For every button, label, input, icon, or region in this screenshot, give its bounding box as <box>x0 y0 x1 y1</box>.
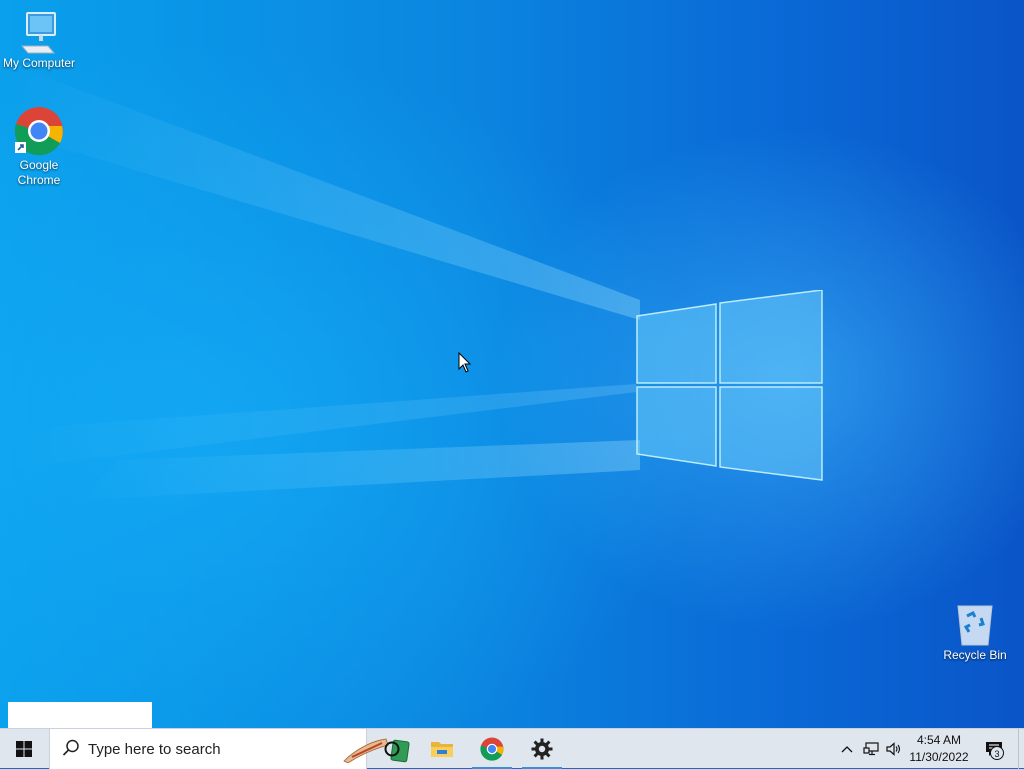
computer-icon <box>20 12 56 54</box>
desktop-icon-google-chrome[interactable]: Google Chrome <box>1 106 77 188</box>
gear-icon <box>531 738 553 760</box>
recycle-bin-icon <box>957 605 993 646</box>
show-desktop-button[interactable] <box>1018 729 1024 769</box>
taskbar-clock[interactable]: 4:54 AM 11/30/2022 <box>906 732 972 766</box>
chrome-icon <box>14 107 63 156</box>
speaker-icon <box>886 742 901 756</box>
desktop[interactable]: My Computer Google Chrome Recycle Bin <box>0 0 1024 728</box>
network-button[interactable] <box>860 729 882 769</box>
search-placeholder: Type here to search <box>88 741 221 758</box>
desktop-icon-recycle-bin[interactable]: Recycle Bin <box>937 602 1013 663</box>
cortana-circle-icon <box>384 741 400 757</box>
chevron-up-icon <box>841 746 853 753</box>
task-view-button[interactable] <box>370 729 414 769</box>
wallpaper-light-beams <box>0 60 640 500</box>
desktop-icon-my-computer[interactable]: My Computer <box>1 10 77 71</box>
folder-icon <box>431 742 453 757</box>
desktop-icon-label: My Computer <box>2 56 76 70</box>
show-hidden-icons-button[interactable] <box>836 729 858 769</box>
taskbar: Type here to search 4:54 AM 11/30/2022 <box>0 728 1024 769</box>
volume-button[interactable] <box>883 729 905 769</box>
start-button[interactable] <box>0 729 48 769</box>
windows-start-icon <box>16 741 32 757</box>
blank-popup <box>8 702 152 728</box>
file-explorer-button[interactable] <box>420 729 464 769</box>
clock-time: 4:54 AM <box>916 733 962 747</box>
windows-logo-wallpaper <box>636 290 823 481</box>
notification-count-badge: 3 <box>990 746 1004 760</box>
chrome-icon <box>480 737 504 761</box>
search-icon <box>62 739 79 756</box>
settings-taskbar-button[interactable] <box>520 729 564 769</box>
desktop-icon-label: Recycle Bin <box>943 648 1007 662</box>
clock-date: 11/30/2022 <box>909 750 969 764</box>
desktop-icon-label: Google Chrome <box>17 158 61 187</box>
taskbar-search-box[interactable]: Type here to search <box>49 729 410 769</box>
mouse-cursor-icon <box>458 352 472 373</box>
network-icon <box>863 742 879 756</box>
chrome-taskbar-button[interactable] <box>470 729 514 769</box>
